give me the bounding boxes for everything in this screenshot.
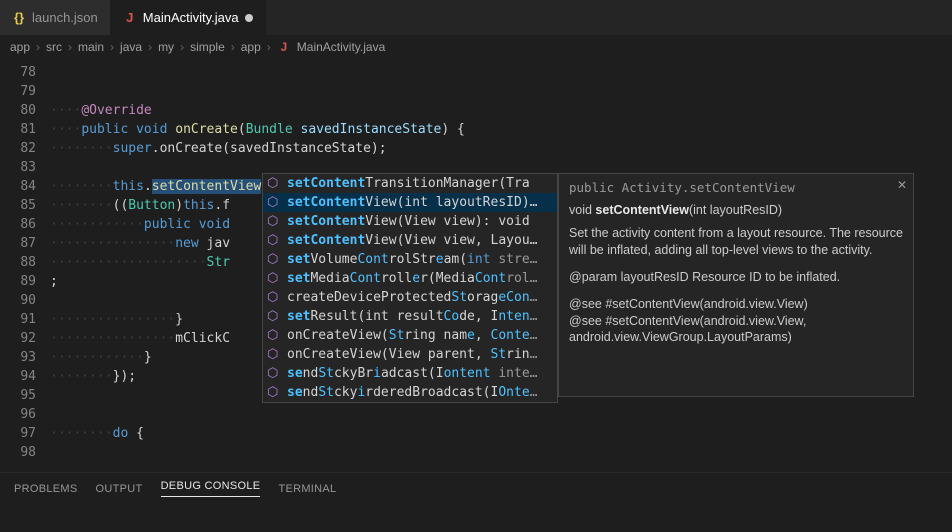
tab-label: MainActivity.java [143, 10, 239, 25]
doc-signature: public Activity.setContentView [569, 180, 903, 195]
crumb[interactable]: app [241, 40, 261, 54]
unsaved-dot-icon [245, 14, 253, 22]
panel-problems[interactable]: PROBLEMS [14, 483, 78, 495]
crumb[interactable]: simple [190, 40, 225, 54]
crumb[interactable]: main [78, 40, 104, 54]
panel-tabs: PROBLEMS OUTPUT DEBUG CONSOLE TERMINAL [0, 472, 952, 504]
panel-debug-console[interactable]: DEBUG CONSOLE [161, 480, 261, 497]
crumb-file[interactable]: MainActivity.java [297, 40, 385, 54]
chevron-icon: › [148, 40, 152, 54]
panel-output[interactable]: OUTPUT [96, 483, 143, 495]
editor-tab-bar: {} launch.json J MainActivity.java [0, 0, 952, 35]
doc-see: @see #setContentView(android.view.View)@… [569, 296, 903, 347]
doc-proto: void setContentView(int layoutResID) [569, 203, 903, 217]
java-icon: J [123, 10, 137, 25]
line-number-gutter: 7879808182838485868788899091929394959697… [0, 59, 50, 472]
suggest-item[interactable]: ⬡setContentTransitionManager(Tra [263, 174, 557, 193]
tab-label: launch.json [32, 10, 98, 25]
breadcrumb[interactable]: app › src › main › java › my › simple › app › J… [0, 35, 952, 59]
tab-mainactivity-java[interactable]: J MainActivity.java [111, 0, 266, 35]
intellisense-doc: ✕ public Activity.setContentView void se… [558, 173, 914, 397]
suggest-item[interactable]: ⬡setVolumeControlStream(int stre… [263, 250, 557, 269]
suggest-item[interactable]: ⬡onCreateView(String name, Conte… [263, 326, 557, 345]
doc-param: @param layoutResID Resource ID to be inf… [569, 269, 903, 286]
chevron-icon: › [180, 40, 184, 54]
suggest-item[interactable]: ⬡setResult(int resultCode, Inten… [263, 307, 557, 326]
chevron-icon: › [267, 40, 271, 54]
suggest-item[interactable]: ⬡setContentView(View view, Layou… [263, 231, 557, 250]
crumb[interactable]: java [120, 40, 142, 54]
suggest-item[interactable]: ⬡onCreateView(View parent, Strin… [263, 345, 557, 364]
panel-body[interactable] [0, 504, 952, 532]
suggest-item[interactable]: ⬡createDeviceProtectedStorageCon… [263, 288, 557, 307]
java-icon: J [277, 40, 291, 54]
suggest-item[interactable]: ⬡setContentView(View view): void [263, 212, 557, 231]
doc-description: Set the activity content from a layout r… [569, 225, 903, 259]
chevron-icon: › [110, 40, 114, 54]
intellisense-suggest[interactable]: ⬡setContentTransitionManager(Tra⬡setCont… [262, 173, 558, 403]
code-editor[interactable]: 7879808182838485868788899091929394959697… [0, 59, 952, 472]
suggest-item[interactable]: ⬡sendStckyBriadcast(Iontent inte… [263, 364, 557, 383]
crumb[interactable]: src [46, 40, 62, 54]
suggest-item[interactable]: ⬡setMediaController(MediaControl… [263, 269, 557, 288]
suggest-item[interactable]: ⬡sendStckyirderedBroadcast(IOnte… [263, 383, 557, 402]
crumb[interactable]: my [158, 40, 174, 54]
chevron-icon: › [36, 40, 40, 54]
tab-launch-json[interactable]: {} launch.json [0, 0, 111, 35]
json-icon: {} [12, 10, 26, 25]
close-icon[interactable]: ✕ [897, 178, 907, 192]
suggest-item[interactable]: ⬡setContentView(int layoutResID)… [263, 193, 557, 212]
chevron-icon: › [68, 40, 72, 54]
chevron-icon: › [231, 40, 235, 54]
crumb[interactable]: app [10, 40, 30, 54]
panel-terminal[interactable]: TERMINAL [278, 483, 336, 495]
